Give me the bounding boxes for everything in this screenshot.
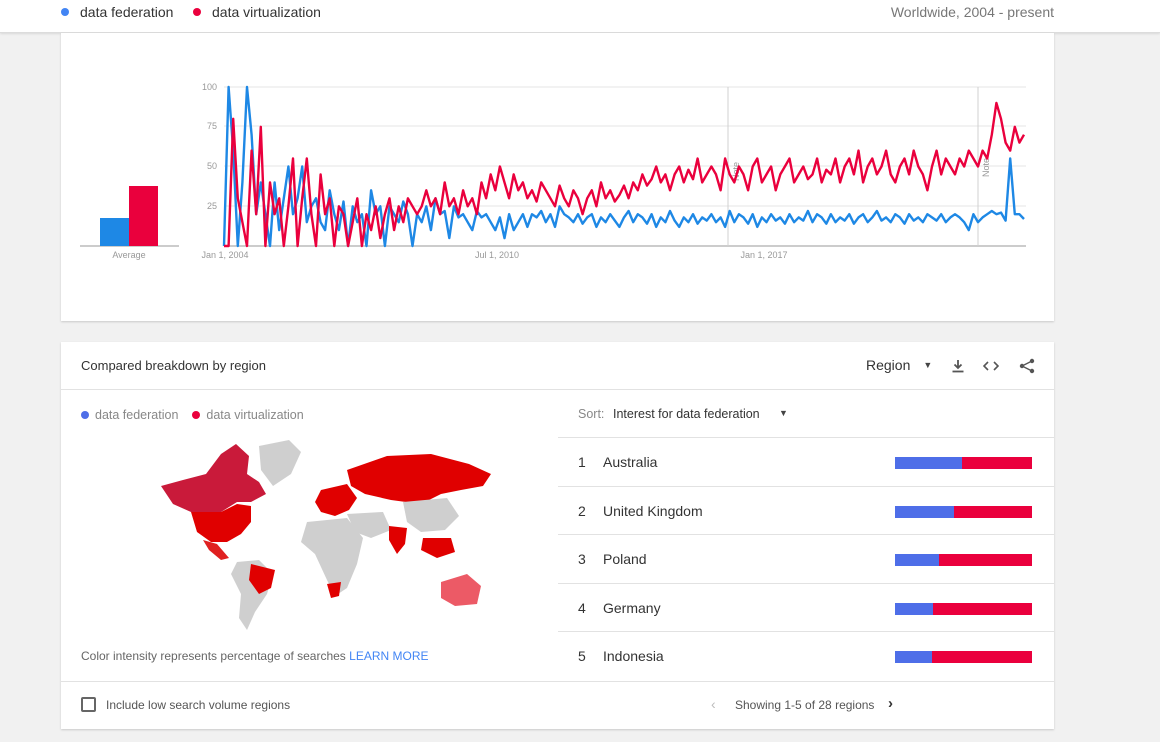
rank-number: 1 — [578, 454, 586, 470]
region-card-title: Compared breakdown by region — [81, 358, 266, 373]
rank-number: 2 — [578, 502, 586, 519]
legend-term-label: data virtualization — [212, 4, 321, 20]
map-region-southeast-asia[interactable] — [421, 538, 455, 558]
list-item[interactable]: 1 Australia — [558, 438, 1054, 487]
x-tick-label: Jan 1, 2004 — [201, 250, 248, 260]
map-region-south-africa[interactable] — [327, 582, 341, 598]
embed-code-icon[interactable] — [980, 355, 1002, 377]
interest-over-time-card: Average 25 50 75 100 Jan 1, 2004 Jul 1, … — [61, 33, 1054, 321]
virtualization-share-bar — [931, 651, 1032, 663]
download-icon[interactable] — [947, 355, 969, 377]
blue-dot-icon — [61, 8, 69, 16]
legend-term-data-federation[interactable]: data federation — [61, 4, 173, 20]
region-resolution-label: Region — [866, 357, 911, 373]
region-card-footer: Include low search volume regions ‹ Show… — [61, 681, 1054, 729]
y-tick-label: 50 — [207, 161, 217, 171]
comparison-bar — [895, 602, 1032, 615]
red-dot-icon — [192, 411, 201, 419]
legend-bar: data federation data virtualization Worl… — [0, 0, 1160, 33]
list-item[interactable]: 4 Germany — [558, 584, 1054, 632]
blue-dot-icon — [81, 411, 89, 419]
map-region-india[interactable] — [389, 526, 407, 554]
rank-number: 5 — [578, 648, 586, 664]
map-region-russia[interactable] — [347, 454, 491, 504]
low-volume-checkbox[interactable] — [81, 697, 96, 712]
list-item[interactable]: 5 Indonesia — [558, 632, 1054, 681]
map-legend-label: data virtualization — [206, 408, 304, 422]
intensity-note-text: Color intensity represents percentage of… — [81, 649, 350, 663]
average-bar-data-federation — [100, 218, 129, 246]
comparison-bar — [895, 554, 1032, 566]
rank-number: 3 — [578, 551, 586, 567]
pager-status: Showing 1-5 of 28 regions — [735, 698, 875, 712]
interest-over-time-chart: Average 25 50 75 100 Jan 1, 2004 Jul 1, … — [80, 82, 1026, 260]
share-icon[interactable] — [1016, 355, 1038, 377]
legend-term-label: data federation — [80, 4, 174, 20]
sort-row: Sort: Interest for data federation ▼ — [558, 390, 1054, 438]
low-volume-label[interactable]: Include low search volume regions — [106, 698, 290, 712]
map-legend-label: data federation — [95, 408, 179, 422]
region-ranking-list: 1 Australia 2 United Kingdom 3 Poland 4 … — [558, 438, 1054, 681]
region-name[interactable]: United Kingdom — [603, 503, 703, 519]
y-tick-label: 25 — [207, 201, 217, 211]
chevron-left-icon[interactable]: ‹ — [711, 696, 716, 712]
region-name[interactable]: Australia — [603, 454, 657, 470]
region-name[interactable]: Poland — [603, 551, 647, 567]
learn-more-link[interactable]: LEARN MORE — [349, 649, 428, 663]
virtualization-share-bar — [933, 602, 1032, 615]
sort-dropdown[interactable]: Interest for data federation — [613, 407, 760, 421]
virtualization-share-bar — [938, 554, 1032, 566]
y-tick-label: 100 — [202, 82, 217, 92]
region-card-header: Compared breakdown by region Region ▼ — [61, 342, 1054, 390]
chevron-right-icon[interactable]: › — [888, 695, 893, 712]
comparison-bar — [895, 457, 1032, 469]
region-breakdown-card: Compared breakdown by region Region ▼ da… — [61, 342, 1054, 729]
average-bar-data-virtualization — [129, 186, 158, 246]
map-region-greenland[interactable] — [259, 440, 301, 486]
virtualization-share-bar — [953, 505, 1032, 518]
map-legend: data federation data virtualization — [81, 408, 304, 422]
scope-label[interactable]: Worldwide, 2004 - present — [891, 4, 1054, 20]
world-map[interactable] — [151, 434, 521, 634]
map-region-europe[interactable] — [315, 484, 357, 516]
federation-share-bar — [895, 457, 963, 469]
region-name[interactable]: Indonesia — [603, 648, 664, 664]
legend-term-data-virtualization[interactable]: data virtualization — [193, 4, 321, 20]
red-dot-icon — [193, 8, 201, 16]
rank-number: 4 — [578, 599, 586, 616]
map-region-canada[interactable] — [161, 444, 266, 512]
comparison-bar — [895, 505, 1032, 518]
federation-share-bar — [895, 651, 932, 663]
map-region-mexico[interactable] — [203, 540, 229, 560]
x-tick-label: Jan 1, 2017 — [740, 250, 787, 260]
comparison-bar — [895, 651, 1032, 663]
virtualization-share-bar — [962, 457, 1032, 469]
map-region-china[interactable] — [403, 498, 459, 532]
list-item[interactable]: 2 United Kingdom — [558, 487, 1054, 535]
caret-down-icon: ▼ — [923, 360, 933, 370]
chart-note[interactable]: Note — [981, 158, 991, 177]
region-resolution-dropdown[interactable]: Region ▼ — [866, 357, 932, 373]
region-name[interactable]: Germany — [603, 600, 661, 616]
federation-share-bar — [895, 602, 934, 615]
intensity-note: Color intensity represents percentage of… — [81, 649, 429, 663]
x-tick-label: Jul 1, 2010 — [475, 250, 519, 260]
list-item[interactable]: 3 Poland — [558, 535, 1054, 584]
federation-share-bar — [895, 505, 954, 518]
federation-share-bar — [895, 554, 939, 566]
y-tick-label: 75 — [207, 121, 217, 131]
sort-label: Sort: — [578, 407, 605, 421]
caret-down-icon[interactable]: ▼ — [779, 408, 788, 418]
map-region-australia[interactable] — [441, 574, 481, 606]
average-label: Average — [112, 250, 145, 260]
